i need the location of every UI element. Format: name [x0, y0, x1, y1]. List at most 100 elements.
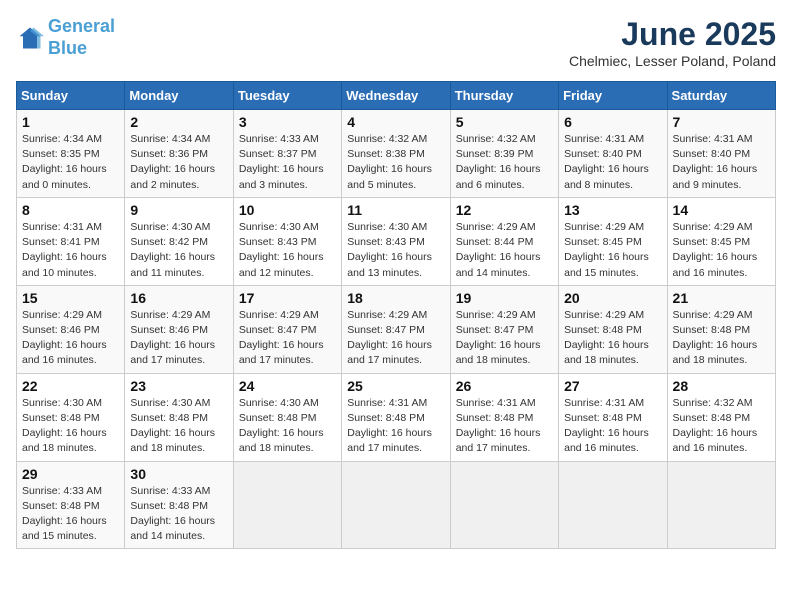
day-number: 22 — [22, 378, 119, 394]
day-number: 19 — [456, 290, 553, 306]
calendar-cell: 30 Sunrise: 4:33 AM Sunset: 8:48 PM Dayli… — [125, 461, 233, 549]
day-info: Sunrise: 4:29 AM Sunset: 8:45 PM Dayligh… — [673, 220, 770, 281]
day-number: 16 — [130, 290, 227, 306]
day-info: Sunrise: 4:33 AM Sunset: 8:37 PM Dayligh… — [239, 132, 336, 193]
day-info: Sunrise: 4:31 AM Sunset: 8:40 PM Dayligh… — [673, 132, 770, 193]
day-number: 4 — [347, 114, 444, 130]
day-number: 24 — [239, 378, 336, 394]
day-info: Sunrise: 4:30 AM Sunset: 8:48 PM Dayligh… — [22, 396, 119, 457]
calendar-cell — [450, 461, 558, 549]
logo-icon — [16, 24, 44, 52]
calendar-cell: 17Sunrise: 4:29 AM Sunset: 8:47 PM Dayli… — [233, 285, 341, 373]
day-number: 13 — [564, 202, 661, 218]
day-info: Sunrise: 4:30 AM Sunset: 8:43 PM Dayligh… — [347, 220, 444, 281]
day-info: Sunrise: 4:33 AM Sunset: 8:48 PM Dayligh… — [130, 484, 227, 545]
calendar-week-row: 1Sunrise: 4:34 AM Sunset: 8:35 PM Daylig… — [17, 110, 776, 198]
day-number: 20 — [564, 290, 661, 306]
day-info: Sunrise: 4:32 AM Sunset: 8:39 PM Dayligh… — [456, 132, 553, 193]
weekday-header: Wednesday — [342, 82, 450, 110]
day-info: Sunrise: 4:29 AM Sunset: 8:45 PM Dayligh… — [564, 220, 661, 281]
calendar-cell: 1Sunrise: 4:34 AM Sunset: 8:35 PM Daylig… — [17, 110, 125, 198]
day-number: 27 — [564, 378, 661, 394]
calendar-cell: 26 Sunrise: 4:31 AM Sunset: 8:48 PM Dayli… — [450, 373, 558, 461]
day-info: Sunrise: 4:30 AM Sunset: 8:48 PM Dayligh… — [130, 396, 227, 457]
weekday-header-row: SundayMondayTuesdayWednesdayThursdayFrid… — [17, 82, 776, 110]
calendar-cell: 3 Sunrise: 4:33 AM Sunset: 8:37 PM Daylig… — [233, 110, 341, 198]
day-info: Sunrise: 4:30 AM Sunset: 8:43 PM Dayligh… — [239, 220, 336, 281]
calendar-cell: 22 Sunrise: 4:30 AM Sunset: 8:48 PM Dayli… — [17, 373, 125, 461]
day-info: Sunrise: 4:31 AM Sunset: 8:48 PM Dayligh… — [347, 396, 444, 457]
day-number: 5 — [456, 114, 553, 130]
calendar-week-row: 22 Sunrise: 4:30 AM Sunset: 8:48 PM Dayli… — [17, 373, 776, 461]
day-info: Sunrise: 4:33 AM Sunset: 8:48 PM Dayligh… — [22, 484, 119, 545]
calendar-week-row: 8 Sunrise: 4:31 AM Sunset: 8:41 PM Daylig… — [17, 197, 776, 285]
calendar-cell: 21Sunrise: 4:29 AM Sunset: 8:48 PM Dayli… — [667, 285, 775, 373]
calendar-cell: 8 Sunrise: 4:31 AM Sunset: 8:41 PM Daylig… — [17, 197, 125, 285]
calendar-cell: 28Sunrise: 4:32 AM Sunset: 8:48 PM Dayli… — [667, 373, 775, 461]
day-info: Sunrise: 4:29 AM Sunset: 8:46 PM Dayligh… — [22, 308, 119, 369]
day-number: 23 — [130, 378, 227, 394]
calendar-cell — [233, 461, 341, 549]
calendar-cell: 16 Sunrise: 4:29 AM Sunset: 8:46 PM Dayli… — [125, 285, 233, 373]
calendar-week-row: 15 Sunrise: 4:29 AM Sunset: 8:46 PM Dayli… — [17, 285, 776, 373]
day-info: Sunrise: 4:31 AM Sunset: 8:48 PM Dayligh… — [456, 396, 553, 457]
day-number: 3 — [239, 114, 336, 130]
calendar-cell: 6Sunrise: 4:31 AM Sunset: 8:40 PM Daylig… — [559, 110, 667, 198]
calendar-cell: 9 Sunrise: 4:30 AM Sunset: 8:42 PM Daylig… — [125, 197, 233, 285]
day-number: 18 — [347, 290, 444, 306]
day-number: 15 — [22, 290, 119, 306]
day-info: Sunrise: 4:29 AM Sunset: 8:47 PM Dayligh… — [456, 308, 553, 369]
day-number: 30 — [130, 466, 227, 482]
day-number: 9 — [130, 202, 227, 218]
calendar-cell: 12Sunrise: 4:29 AM Sunset: 8:44 PM Dayli… — [450, 197, 558, 285]
month-title: June 2025 — [569, 16, 776, 53]
calendar-cell — [342, 461, 450, 549]
day-number: 12 — [456, 202, 553, 218]
weekday-header: Friday — [559, 82, 667, 110]
calendar-cell: 19 Sunrise: 4:29 AM Sunset: 8:47 PM Dayli… — [450, 285, 558, 373]
calendar-cell — [667, 461, 775, 549]
day-number: 25 — [347, 378, 444, 394]
day-number: 11 — [347, 202, 444, 218]
logo: General Blue — [16, 16, 115, 59]
day-info: Sunrise: 4:30 AM Sunset: 8:42 PM Dayligh… — [130, 220, 227, 281]
weekday-header: Thursday — [450, 82, 558, 110]
day-info: Sunrise: 4:31 AM Sunset: 8:41 PM Dayligh… — [22, 220, 119, 281]
calendar-cell: 20 Sunrise: 4:29 AM Sunset: 8:48 PM Dayli… — [559, 285, 667, 373]
calendar-cell: 2Sunrise: 4:34 AM Sunset: 8:36 PM Daylig… — [125, 110, 233, 198]
calendar-cell: 27 Sunrise: 4:31 AM Sunset: 8:48 PM Dayli… — [559, 373, 667, 461]
calendar-cell: 25 Sunrise: 4:31 AM Sunset: 8:48 PM Dayli… — [342, 373, 450, 461]
calendar-cell: 15 Sunrise: 4:29 AM Sunset: 8:46 PM Dayli… — [17, 285, 125, 373]
calendar-cell: 4Sunrise: 4:32 AM Sunset: 8:38 PM Daylig… — [342, 110, 450, 198]
day-info: Sunrise: 4:29 AM Sunset: 8:47 PM Dayligh… — [239, 308, 336, 369]
day-number: 6 — [564, 114, 661, 130]
calendar-cell: 10 Sunrise: 4:30 AM Sunset: 8:43 PM Dayli… — [233, 197, 341, 285]
day-info: Sunrise: 4:32 AM Sunset: 8:48 PM Dayligh… — [673, 396, 770, 457]
calendar-cell: 24 Sunrise: 4:30 AM Sunset: 8:48 PM Dayli… — [233, 373, 341, 461]
calendar-table: SundayMondayTuesdayWednesdayThursdayFrid… — [16, 81, 776, 549]
logo-text: General Blue — [48, 16, 115, 59]
weekday-header: Monday — [125, 82, 233, 110]
day-info: Sunrise: 4:29 AM Sunset: 8:48 PM Dayligh… — [564, 308, 661, 369]
page-header: General Blue June 2025 Chelmiec, Lesser … — [16, 16, 776, 69]
day-number: 26 — [456, 378, 553, 394]
day-number: 10 — [239, 202, 336, 218]
day-number: 2 — [130, 114, 227, 130]
day-info: Sunrise: 4:29 AM Sunset: 8:48 PM Dayligh… — [673, 308, 770, 369]
calendar-cell: 23 Sunrise: 4:30 AM Sunset: 8:48 PM Dayli… — [125, 373, 233, 461]
day-info: Sunrise: 4:29 AM Sunset: 8:47 PM Dayligh… — [347, 308, 444, 369]
weekday-header: Sunday — [17, 82, 125, 110]
calendar-cell: 13 Sunrise: 4:29 AM Sunset: 8:45 PM Dayli… — [559, 197, 667, 285]
day-info: Sunrise: 4:34 AM Sunset: 8:35 PM Dayligh… — [22, 132, 119, 193]
day-number: 8 — [22, 202, 119, 218]
day-info: Sunrise: 4:30 AM Sunset: 8:48 PM Dayligh… — [239, 396, 336, 457]
day-number: 14 — [673, 202, 770, 218]
calendar-cell: 29Sunrise: 4:33 AM Sunset: 8:48 PM Dayli… — [17, 461, 125, 549]
day-info: Sunrise: 4:29 AM Sunset: 8:46 PM Dayligh… — [130, 308, 227, 369]
calendar-cell: 5 Sunrise: 4:32 AM Sunset: 8:39 PM Daylig… — [450, 110, 558, 198]
calendar-cell: 14 Sunrise: 4:29 AM Sunset: 8:45 PM Dayli… — [667, 197, 775, 285]
calendar-cell: 11 Sunrise: 4:30 AM Sunset: 8:43 PM Dayli… — [342, 197, 450, 285]
calendar-cell — [559, 461, 667, 549]
calendar-cell: 18 Sunrise: 4:29 AM Sunset: 8:47 PM Dayli… — [342, 285, 450, 373]
day-info: Sunrise: 4:31 AM Sunset: 8:48 PM Dayligh… — [564, 396, 661, 457]
